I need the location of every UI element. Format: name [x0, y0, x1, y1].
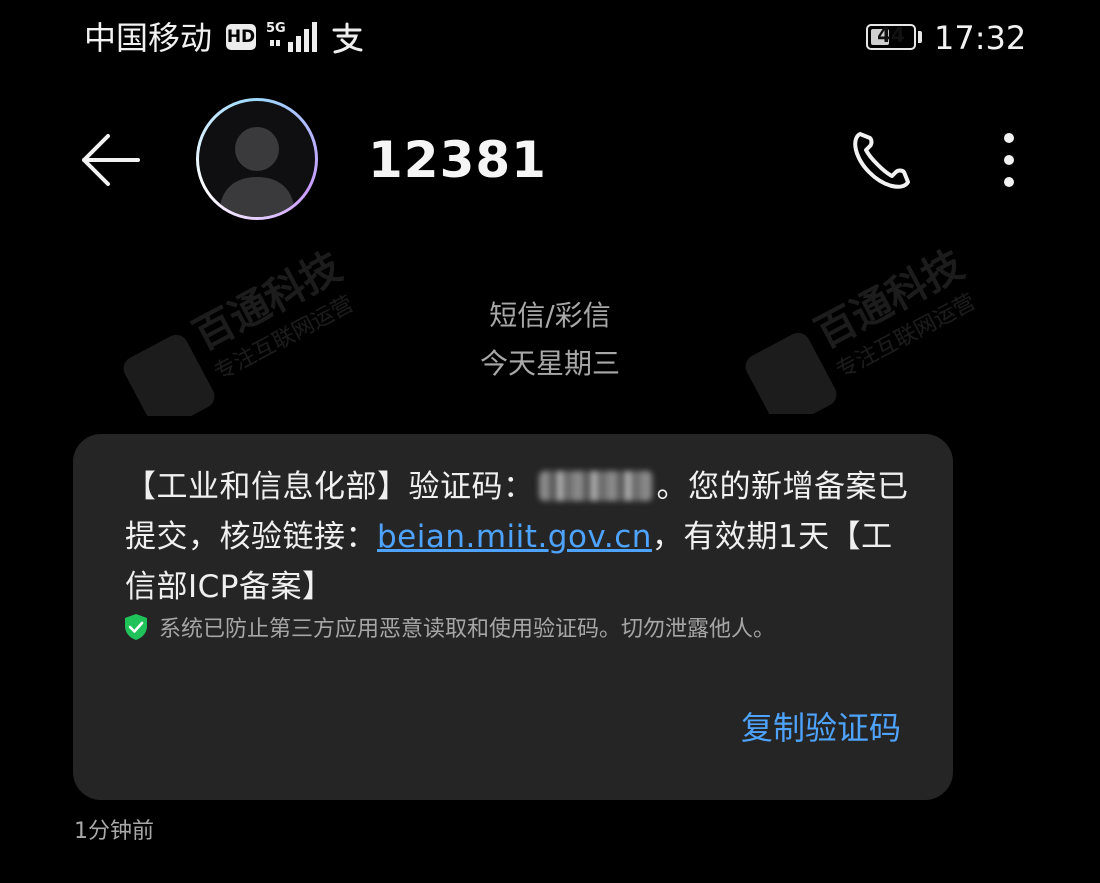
contact-name: 12381	[368, 131, 547, 189]
watermark-right: 百通科技 专注互联网运营	[745, 242, 980, 414]
watermark-slogan: 专注互联网运营	[210, 292, 358, 386]
message-bubble[interactable]: 【工业和信息化部】验证码： 。您的新增备案已提交，核验链接：beian.miit.…	[73, 434, 953, 800]
battery-tip	[918, 31, 922, 43]
message-prefix: 【工业和信息化部】验证码：	[125, 469, 535, 505]
more-vertical-icon[interactable]	[990, 126, 1028, 194]
shield-check-icon	[125, 614, 147, 640]
message-body: 【工业和信息化部】验证码： 。您的新增备案已提交，核验链接：beian.miit.…	[125, 462, 915, 612]
security-note-text: 系统已防止第三方应用恶意读取和使用验证码。切勿泄露他人。	[159, 617, 776, 642]
date-label: 今天星期三	[479, 347, 620, 380]
verification-code-blurred	[538, 471, 653, 501]
contact-avatar[interactable]	[196, 98, 318, 220]
security-notice: 系统已防止第三方应用恶意读取和使用验证码。切勿泄露他人。	[123, 610, 775, 644]
watermark-brand: 百通科技	[186, 244, 349, 360]
message-timestamp: 1分钟前	[74, 819, 154, 844]
verification-link[interactable]: beian.miit.gov.cn	[377, 519, 652, 555]
back-arrow-icon[interactable]	[74, 124, 146, 196]
person-icon	[219, 127, 295, 217]
watermark-slogan: 专注互联网运营	[832, 290, 980, 384]
message-type-label: 短信/彩信	[489, 299, 611, 332]
watermark-brand: 百通科技	[808, 242, 971, 358]
hd-badge: HD	[226, 24, 256, 50]
carrier-name: 中国移动	[84, 19, 213, 57]
alipay-icon	[332, 22, 363, 54]
copy-code-button[interactable]: 复制验证码	[741, 706, 901, 750]
battery-icon: 44	[866, 23, 916, 50]
avatar-inner	[199, 101, 315, 217]
signal-5g-icon: 5G	[266, 21, 317, 52]
phone-icon[interactable]	[846, 124, 918, 196]
watermark-left: 百通科技 专注互联网运营	[123, 244, 358, 416]
battery-level: 44	[877, 23, 905, 47]
network-label: 5G	[266, 21, 286, 36]
status-time: 17:32	[934, 19, 1027, 57]
